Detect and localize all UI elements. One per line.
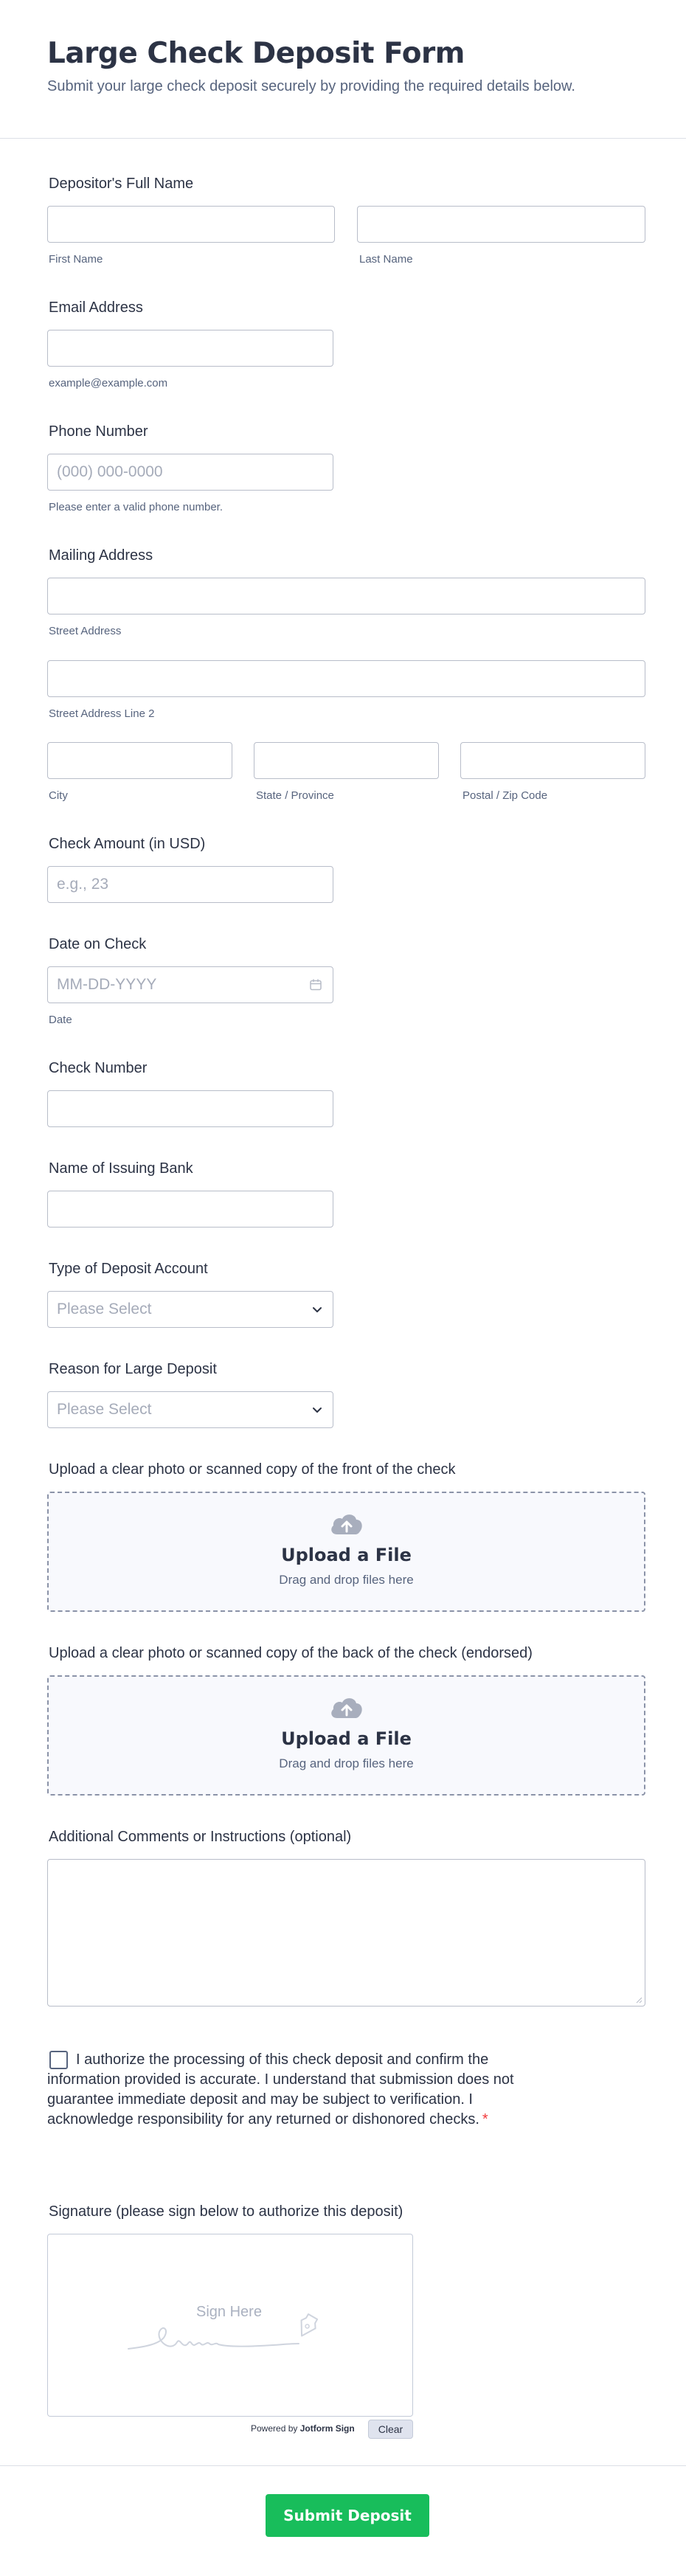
upload-back-title: Upload a File	[281, 1728, 412, 1749]
date-label: Date on Check	[49, 936, 147, 952]
chevron-down-icon	[313, 1408, 322, 1413]
address-label: Mailing Address	[49, 547, 153, 564]
cloud-upload-icon	[330, 1698, 362, 1718]
reason-label: Reason for Large Deposit	[49, 1361, 217, 1377]
comments-textarea[interactable]	[47, 1859, 645, 2007]
phone-placeholder: (000) 000-0000	[57, 463, 163, 480]
amount-label: Check Amount (in USD)	[49, 836, 206, 852]
signature-clear-button[interactable]: Clear	[368, 2420, 413, 2439]
phone-input[interactable]: (000) 000-0000	[47, 454, 333, 491]
last-name-sublabel: Last Name	[359, 253, 413, 266]
street-address-2-sublabel: Street Address Line 2	[49, 707, 155, 720]
amount-input[interactable]: e.g., 23	[47, 866, 333, 903]
date-sublabel: Date	[49, 1014, 72, 1026]
powered-brand: Jotform Sign	[299, 2423, 355, 2434]
first-name-sublabel: First Name	[49, 253, 103, 266]
page-title: Large Check Deposit Form	[47, 37, 465, 70]
consent-line-4-text: acknowledge responsibility for any retur…	[47, 2111, 479, 2127]
phone-label: Phone Number	[49, 423, 148, 440]
page-subtitle: Submit your large check deposit securely…	[47, 78, 575, 94]
consent-line-1: I authorize the processing of this check…	[76, 2052, 489, 2068]
email-sublabel: example@example.com	[49, 377, 168, 389]
upload-front-dropzone[interactable]: Upload a File Drag and drop files here	[47, 1492, 645, 1612]
state-sublabel: State / Province	[256, 789, 334, 802]
upload-back-hint: Drag and drop files here	[279, 1756, 414, 1770]
powered-prefix: Powered by	[251, 2423, 298, 2434]
upload-front-hint: Drag and drop files here	[279, 1573, 414, 1587]
street-address-input[interactable]	[47, 578, 645, 614]
account-type-label: Type of Deposit Account	[49, 1261, 208, 1277]
reason-placeholder: Please Select	[57, 1401, 152, 1418]
powered-by: Powered by Jotform Sign	[251, 2423, 355, 2434]
check-number-label: Check Number	[49, 1060, 148, 1076]
zip-input[interactable]	[460, 742, 645, 779]
calendar-icon[interactable]	[309, 978, 322, 991]
first-name-input[interactable]	[47, 206, 335, 243]
account-type-select[interactable]: Please Select	[47, 1291, 333, 1328]
consent-line-4: acknowledge responsibility for any retur…	[47, 2110, 488, 2130]
account-type-placeholder: Please Select	[57, 1301, 152, 1318]
resize-handle-icon[interactable]	[635, 1996, 642, 2004]
upload-back-label: Upload a clear photo or scanned copy of …	[49, 1645, 533, 1661]
street-address-2-input[interactable]	[47, 660, 645, 697]
name-label: Depositor's Full Name	[49, 176, 194, 192]
date-placeholder: MM-DD-YYYY	[57, 976, 157, 993]
upload-front-title: Upload a File	[281, 1545, 412, 1565]
check-number-input[interactable]	[47, 1090, 333, 1127]
consent-line-2: information provided is accurate. I unde…	[47, 2071, 514, 2088]
consent-line-3: guarantee immediate deposit and may be s…	[47, 2091, 473, 2108]
last-name-input[interactable]	[357, 206, 645, 243]
date-input[interactable]: MM-DD-YYYY	[47, 966, 333, 1003]
upload-front-label: Upload a clear photo or scanned copy of …	[49, 1461, 456, 1478]
email-input[interactable]	[47, 330, 333, 367]
cloud-upload-icon	[330, 1514, 362, 1534]
signature-label: Signature (please sign below to authoriz…	[49, 2203, 403, 2220]
header-divider	[0, 138, 686, 139]
chevron-down-icon	[313, 1307, 322, 1312]
submit-button[interactable]: Submit Deposit	[266, 2494, 429, 2537]
signature-pad[interactable]: Sign Here	[47, 2234, 413, 2417]
required-mark: *	[482, 2111, 488, 2127]
zip-sublabel: Postal / Zip Code	[462, 789, 548, 802]
phone-sublabel: Please enter a valid phone number.	[49, 501, 223, 513]
signature-scribble-icon	[128, 2313, 319, 2350]
upload-back-dropzone[interactable]: Upload a File Drag and drop files here	[47, 1675, 645, 1796]
bank-input[interactable]	[47, 1191, 333, 1228]
reason-select[interactable]: Please Select	[47, 1391, 333, 1428]
comments-label: Additional Comments or Instructions (opt…	[49, 1829, 352, 1845]
consent-checkbox[interactable]	[49, 2051, 68, 2069]
email-label: Email Address	[49, 300, 143, 316]
amount-placeholder: e.g., 23	[57, 876, 109, 893]
bank-label: Name of Issuing Bank	[49, 1160, 193, 1177]
state-input[interactable]	[254, 742, 439, 779]
city-input[interactable]	[47, 742, 232, 779]
street-address-sublabel: Street Address	[49, 625, 122, 637]
city-sublabel: City	[49, 789, 68, 802]
footer-divider	[0, 2465, 686, 2466]
